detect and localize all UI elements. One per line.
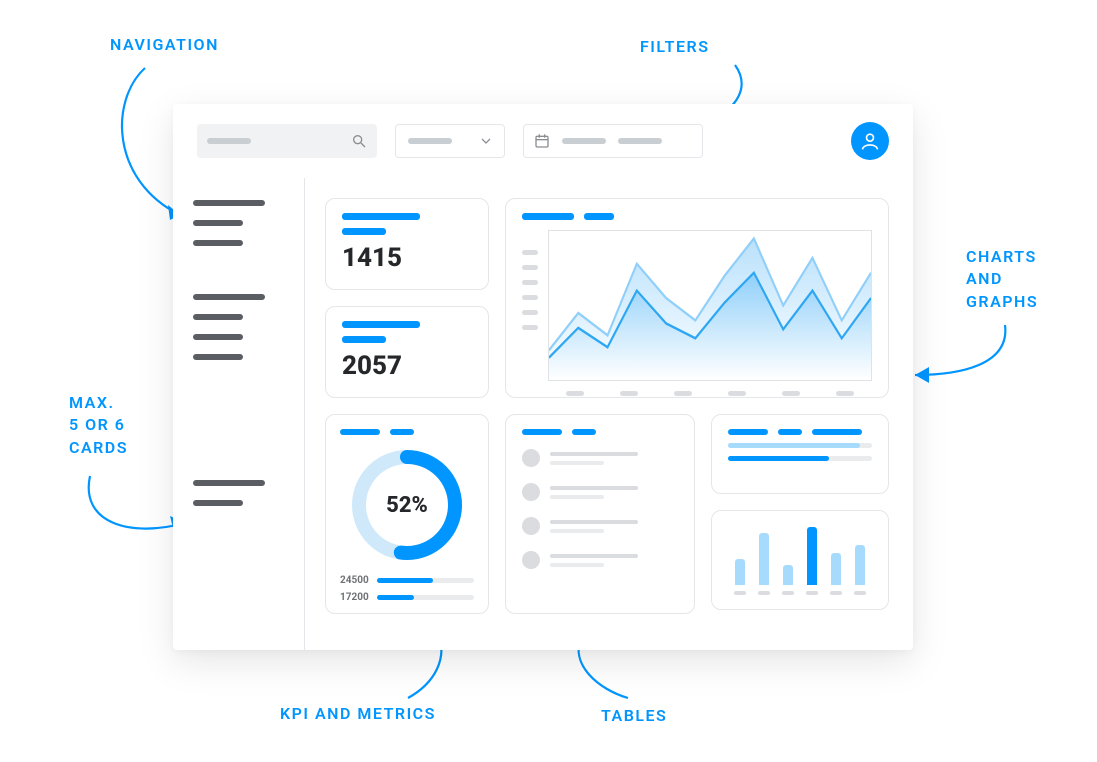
progress-card[interactable] [711, 414, 889, 494]
content-grid: 1415 2057 52% [305, 178, 913, 650]
dashboard-window: 1415 2057 52% [173, 104, 913, 650]
nav-item[interactable] [193, 334, 243, 340]
chevron-down-icon [480, 135, 492, 147]
annotation-filters: FILTERS [640, 36, 709, 58]
table-row[interactable] [522, 551, 678, 569]
calendar-icon [534, 133, 550, 149]
nav-item[interactable] [193, 240, 243, 246]
search-icon [351, 133, 367, 149]
nav-item[interactable] [193, 354, 243, 360]
nav-item[interactable] [193, 314, 243, 320]
donut-percent-label: 52% [343, 441, 471, 569]
kpi-card-1[interactable]: 1415 [325, 198, 489, 290]
kpi-value-2: 2057 [342, 351, 472, 381]
table-row[interactable] [522, 517, 678, 535]
top-bar [173, 104, 913, 178]
nav-group-1 [193, 200, 284, 246]
annotation-navigation: NAVIGATION [110, 34, 219, 56]
line-chart-card[interactable] [505, 198, 889, 398]
nav-group-2 [193, 294, 284, 360]
annotation-charts-graphs: CHARTS AND GRAPHS [966, 246, 1038, 313]
user-icon [860, 131, 880, 151]
kpi-card-2[interactable]: 2057 [325, 306, 489, 398]
kpi-value-1: 1415 [342, 243, 472, 273]
user-avatar[interactable] [851, 122, 889, 160]
date-range-picker[interactable] [523, 124, 703, 158]
line-chart [548, 230, 872, 381]
donut-legend-value-1: 24500 [340, 575, 369, 586]
annotation-max-cards: MAX. 5 OR 6 CARDS [69, 392, 128, 459]
nav-item[interactable] [193, 200, 265, 206]
nav-item[interactable] [193, 500, 243, 506]
bar-x-labels [728, 591, 872, 595]
nav-item[interactable] [193, 480, 265, 486]
search-input[interactable] [197, 124, 377, 158]
chart-x-labels [548, 381, 872, 396]
arrow-charts [905, 320, 1025, 400]
nav-item[interactable] [193, 294, 265, 300]
table-card[interactable] [505, 414, 695, 614]
table-row[interactable] [522, 483, 678, 501]
donut-chart: 52% [343, 441, 471, 569]
donut-legend-value-2: 17200 [340, 592, 369, 603]
bar-chart [728, 525, 872, 585]
nav-item[interactable] [193, 220, 243, 226]
sidebar [173, 178, 305, 650]
progress-rows [728, 443, 872, 461]
chart-y-labels [522, 226, 538, 396]
filter-select[interactable] [395, 124, 505, 158]
nav-group-3 [193, 480, 284, 506]
donut-card[interactable]: 52% 24500 17200 [325, 414, 489, 614]
table-row[interactable] [522, 449, 678, 467]
bar-chart-card[interactable] [711, 510, 889, 610]
